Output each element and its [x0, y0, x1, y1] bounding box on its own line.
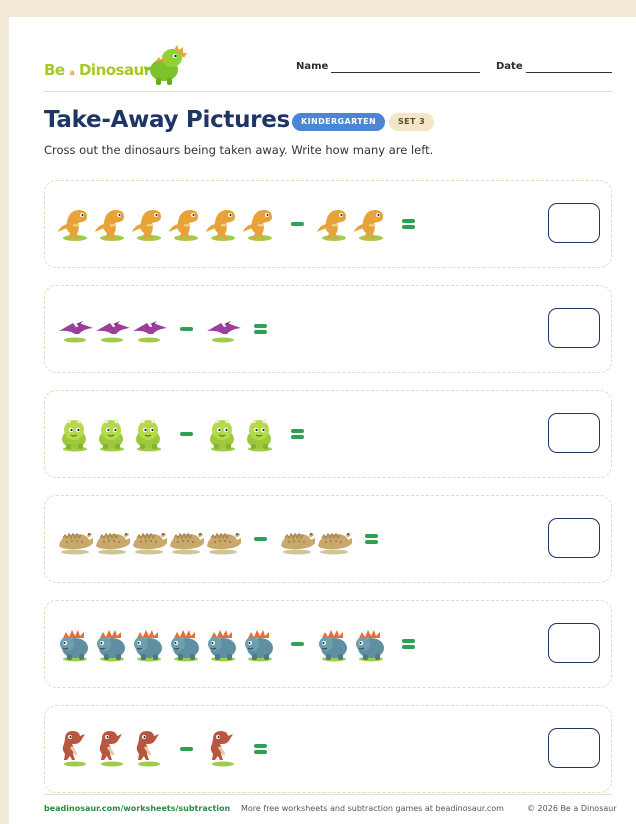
set-number-badge: SET 3: [389, 113, 435, 131]
picture-equation: [57, 391, 316, 477]
equals-sign-icon: [353, 519, 390, 559]
stegosaurus-dino-icon[interactable]: [205, 624, 242, 664]
parasaur-dino-icon[interactable]: [131, 729, 168, 769]
pterodactyl-dino-icon[interactable]: [205, 309, 242, 349]
triceratops-dino-icon[interactable]: [242, 414, 279, 454]
minus-sign-icon: [279, 624, 316, 664]
footer-site-link[interactable]: beadinosaur.com/worksheets/subtraction: [44, 804, 230, 813]
triceratops-dino-icon[interactable]: [57, 414, 94, 454]
header-divider: [44, 91, 612, 92]
problem-card: [44, 180, 612, 268]
footer-promo-text: More free worksheets and subtraction gam…: [241, 804, 504, 813]
minus-sign-icon: [279, 204, 316, 244]
pterodactyl-dino-icon[interactable]: [57, 309, 94, 349]
problem-card: [44, 285, 612, 373]
problem-card: [44, 600, 612, 688]
triceratops-dino-icon[interactable]: [205, 414, 242, 454]
brand-wordmark: Be a Dinosaur: [44, 61, 151, 79]
ankylosaurus-dino-icon[interactable]: [94, 519, 131, 559]
trex-dino-icon[interactable]: [353, 204, 390, 244]
problem-card: [44, 390, 612, 478]
equals-sign-icon: [242, 309, 279, 349]
trex-dino-icon[interactable]: [316, 204, 353, 244]
equals-sign-icon: [390, 624, 427, 664]
ankylosaurus-dino-icon[interactable]: [279, 519, 316, 559]
footer-divider: [44, 794, 612, 795]
stegosaurus-dino-icon[interactable]: [316, 624, 353, 664]
equals-sign-icon: [390, 204, 427, 244]
picture-equation: [57, 181, 427, 267]
triceratops-dino-icon[interactable]: [131, 414, 168, 454]
ankylosaurus-dino-icon[interactable]: [57, 519, 94, 559]
grade-level-badge: KINDERGARTEN: [292, 113, 386, 131]
answer-box[interactable]: [548, 623, 600, 663]
picture-equation: [57, 496, 390, 582]
trex-dino-icon[interactable]: [57, 204, 94, 244]
equals-sign-icon: [279, 414, 316, 454]
stegosaurus-dino-icon[interactable]: [168, 624, 205, 664]
name-field-line[interactable]: [331, 72, 480, 73]
ankylosaurus-dino-icon[interactable]: [205, 519, 242, 559]
trex-dino-icon[interactable]: [131, 204, 168, 244]
answer-box[interactable]: [548, 308, 600, 348]
trex-dino-icon[interactable]: [94, 204, 131, 244]
picture-equation: [57, 601, 427, 687]
trex-dino-icon[interactable]: [242, 204, 279, 244]
picture-equation: [57, 706, 279, 792]
answer-box[interactable]: [548, 203, 600, 243]
date-label: Date: [496, 61, 523, 72]
pterodactyl-dino-icon[interactable]: [131, 309, 168, 349]
minus-sign-icon: [242, 519, 279, 559]
stegosaurus-dino-icon[interactable]: [242, 624, 279, 664]
answer-box[interactable]: [548, 518, 600, 558]
minus-sign-icon: [168, 729, 205, 769]
ankylosaurus-dino-icon[interactable]: [168, 519, 205, 559]
page-title: Take-Away Pictures: [44, 107, 290, 133]
answer-box[interactable]: [548, 728, 600, 768]
ankylosaurus-dino-icon[interactable]: [316, 519, 353, 559]
ankylosaurus-dino-icon[interactable]: [131, 519, 168, 559]
parasaur-dino-icon[interactable]: [205, 729, 242, 769]
triceratops-dino-icon[interactable]: [94, 414, 131, 454]
minus-sign-icon: [168, 309, 205, 349]
minus-sign-icon: [168, 414, 205, 454]
green-dino-mascot-icon: [144, 45, 187, 85]
worksheet-page: Be a Dinosaur Name Date Take-Away Pictur…: [9, 17, 636, 824]
footer-copyright: © 2026 Be a Dinosaur: [527, 804, 617, 813]
parasaur-dino-icon[interactable]: [94, 729, 131, 769]
parasaur-dino-icon[interactable]: [57, 729, 94, 769]
instructions-text: Cross out the dinosaurs being taken away…: [44, 143, 434, 157]
trex-dino-icon[interactable]: [168, 204, 205, 244]
name-label: Name: [296, 61, 329, 72]
stegosaurus-dino-icon[interactable]: [94, 624, 131, 664]
trex-dino-icon[interactable]: [205, 204, 242, 244]
stegosaurus-dino-icon[interactable]: [131, 624, 168, 664]
stegosaurus-dino-icon[interactable]: [353, 624, 390, 664]
equals-sign-icon: [242, 729, 279, 769]
answer-box[interactable]: [548, 413, 600, 453]
problem-card: [44, 495, 612, 583]
pterodactyl-dino-icon[interactable]: [94, 309, 131, 349]
brand-logo[interactable]: Be a Dinosaur: [44, 44, 189, 86]
stegosaurus-dino-icon[interactable]: [57, 624, 94, 664]
problem-card: [44, 705, 612, 793]
date-field-line[interactable]: [526, 72, 612, 73]
picture-equation: [57, 286, 279, 372]
